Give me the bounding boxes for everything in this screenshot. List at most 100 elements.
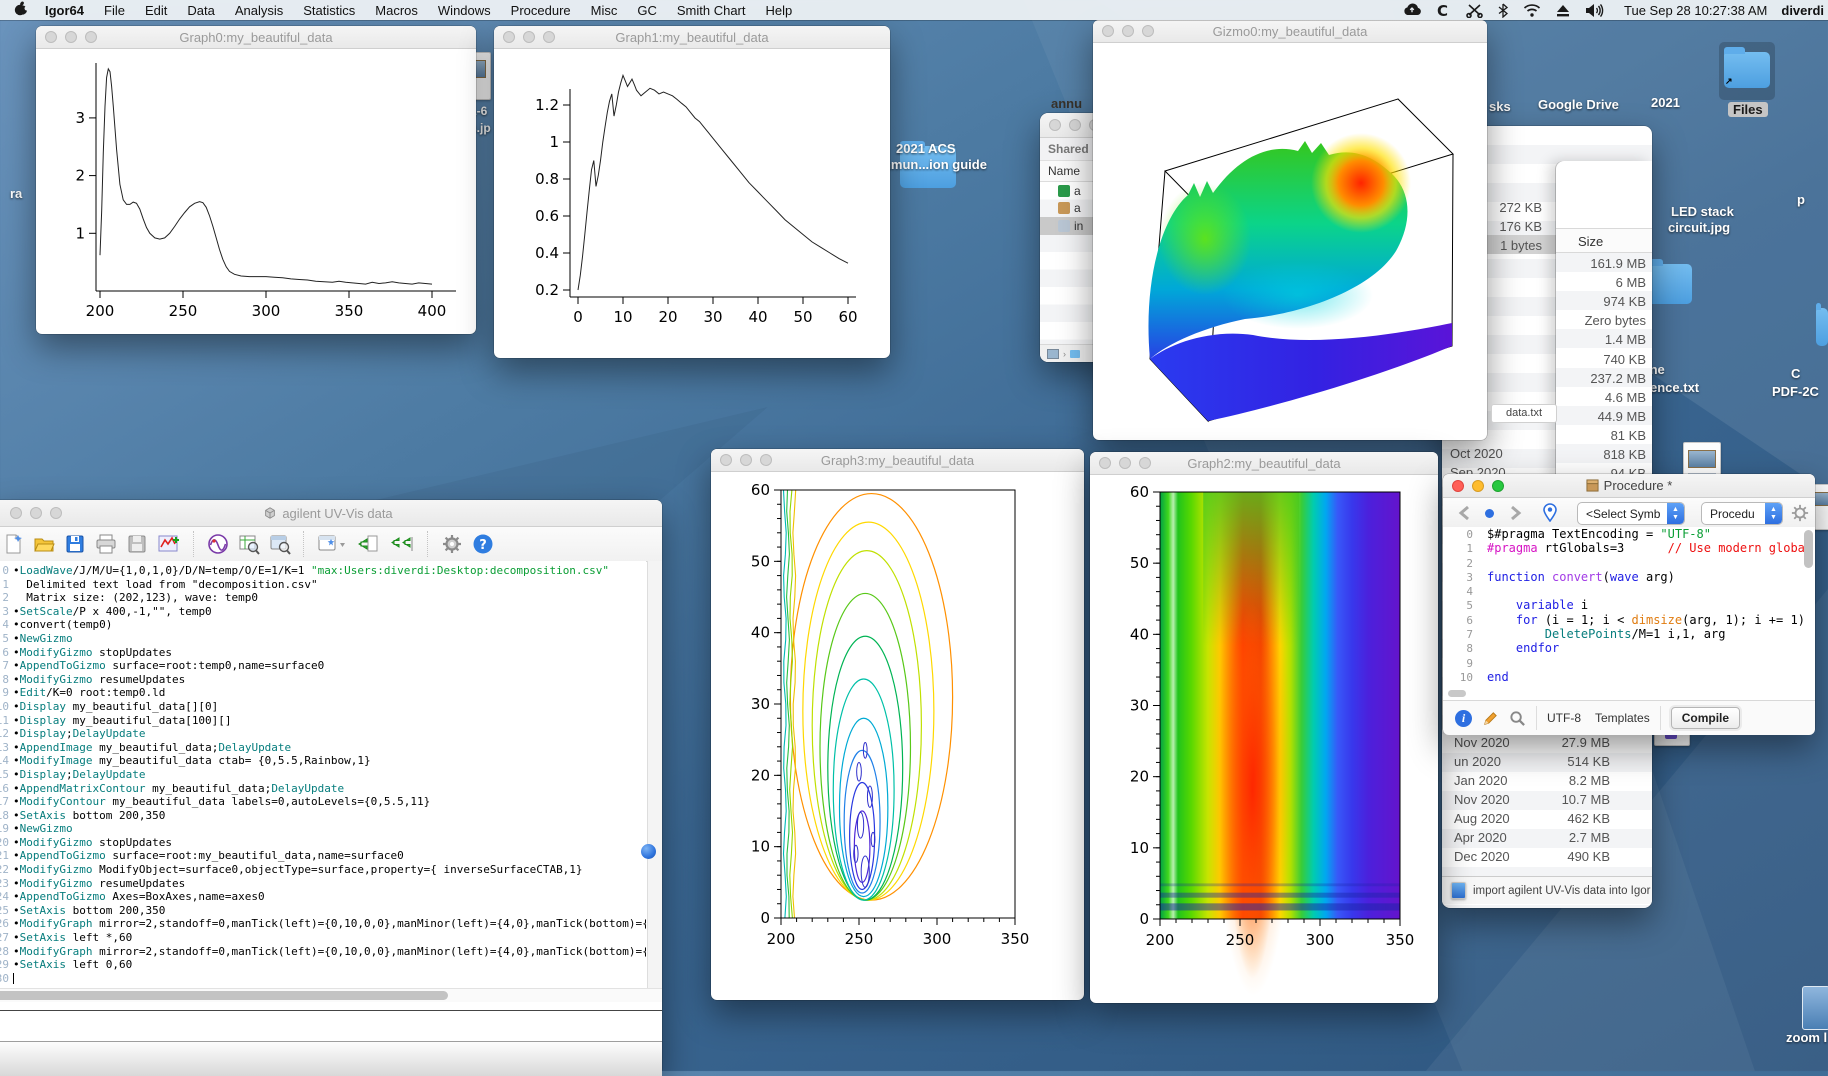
file-size[interactable]: 237.2 MB bbox=[1590, 371, 1646, 386]
file-size[interactable]: 514 KB bbox=[1567, 754, 1610, 769]
menu-file[interactable]: File bbox=[94, 3, 135, 18]
desktop-label[interactable]: LED stack bbox=[1671, 204, 1734, 219]
menu-gc[interactable]: GC bbox=[627, 3, 667, 18]
back-icon[interactable] bbox=[1455, 505, 1475, 521]
new-window-icon[interactable] bbox=[317, 533, 347, 555]
zoom-file-icon[interactable] bbox=[1802, 986, 1828, 1030]
menu-edit[interactable]: Edit bbox=[135, 3, 177, 18]
command-window-icon[interactable] bbox=[269, 533, 291, 555]
location-pin-icon[interactable] bbox=[1543, 503, 1557, 522]
data-browser-icon[interactable] bbox=[238, 533, 260, 555]
current-dot-icon[interactable] bbox=[1485, 509, 1494, 518]
desktop-label-fragment[interactable]: C bbox=[1791, 366, 1800, 381]
desktop-label[interactable]: 2021 ACS bbox=[896, 141, 956, 156]
graph0-window[interactable]: Graph0:my_beautiful_data 200250300350400… bbox=[36, 26, 476, 334]
procedure-statusbar[interactable]: i UTF-8 Templates Compile bbox=[1443, 700, 1815, 735]
compile-button[interactable]: Compile bbox=[1671, 707, 1740, 729]
titlebar[interactable]: Graph0:my_beautiful_data bbox=[36, 26, 476, 49]
desktop-label-fragment[interactable]: annu bbox=[1051, 96, 1082, 111]
titlebar[interactable]: Procedure * bbox=[1443, 474, 1815, 498]
date-modified[interactable]: un 2020 bbox=[1454, 754, 1501, 769]
menu-procedure[interactable]: Procedure bbox=[501, 3, 581, 18]
print-icon[interactable] bbox=[95, 533, 117, 555]
wifi-icon[interactable] bbox=[1523, 3, 1541, 17]
titlebar[interactable]: Graph2:my_beautiful_data bbox=[1090, 452, 1438, 475]
data-txt-filename-chip[interactable]: data.txt bbox=[1491, 404, 1557, 423]
menu-windows[interactable]: Windows bbox=[428, 3, 501, 18]
desktop-label-fragment[interactable]: ra bbox=[10, 186, 22, 201]
c-icon[interactable]: C bbox=[1437, 3, 1451, 18]
date-modified[interactable]: Aug 2020 bbox=[1454, 811, 1510, 826]
menu-help[interactable]: Help bbox=[756, 3, 803, 18]
procedure-toolbar[interactable]: <Select Symb ▲▼ Procedu ▲▼ bbox=[1443, 498, 1815, 529]
graph3-window[interactable]: Graph3:my_beautiful_data 200250300350010… bbox=[711, 449, 1084, 1000]
file-size[interactable]: 490 KB bbox=[1567, 849, 1610, 864]
file-size[interactable]: 272 KB bbox=[1499, 200, 1542, 215]
file-size[interactable]: 8.2 MB bbox=[1569, 773, 1610, 788]
horizontal-scrollbar[interactable] bbox=[0, 988, 662, 1002]
encoding-label[interactable]: UTF-8 bbox=[1547, 711, 1581, 725]
menu-analysis[interactable]: Analysis bbox=[225, 3, 293, 18]
command-window[interactable]: agilent UV-Vis data ? 0•LoadWave/J/M/U={… bbox=[0, 500, 662, 1075]
desktop-label[interactable]: circuit.jpg bbox=[1668, 220, 1730, 235]
desktop-label-selected[interactable]: Files bbox=[1728, 102, 1768, 117]
file-size[interactable]: 44.9 MB bbox=[1598, 409, 1646, 424]
file-size[interactable]: 2.7 MB bbox=[1569, 830, 1610, 845]
menubar-user[interactable]: diverdi bbox=[1781, 3, 1824, 18]
date-modified[interactable]: Nov 2020 bbox=[1454, 735, 1510, 750]
menu-misc[interactable]: Misc bbox=[581, 3, 628, 18]
files-folder-selection[interactable]: ↗ bbox=[1719, 42, 1775, 100]
files-folder-icon[interactable]: ↗ bbox=[1724, 52, 1770, 88]
titlebar[interactable]: Gizmo0:my_beautiful_data bbox=[1093, 20, 1487, 43]
date-modified[interactable]: Dec 2020 bbox=[1454, 849, 1510, 864]
new-graph-icon[interactable] bbox=[157, 533, 181, 555]
stepper-icon[interactable]: ▲▼ bbox=[1765, 503, 1782, 524]
finder-window-sizes[interactable]: Size 161.9 MB6 MB974 KBZero bytes1.4 MB7… bbox=[1556, 161, 1652, 483]
scrollbar[interactable] bbox=[1804, 530, 1813, 690]
titlebar[interactable]: Graph1:my_beautiful_data bbox=[494, 26, 890, 49]
window-controls[interactable] bbox=[720, 449, 772, 471]
command-input-line[interactable] bbox=[0, 1014, 662, 1041]
stepper-icon[interactable]: ▲▼ bbox=[1667, 503, 1684, 524]
titlebar[interactable]: Graph3:my_beautiful_data bbox=[711, 449, 1084, 472]
cloud-sync-icon[interactable] bbox=[1402, 3, 1422, 17]
new-experiment-icon[interactable] bbox=[2, 533, 24, 555]
menu-igor64[interactable]: Igor64 bbox=[35, 3, 94, 18]
desktop-label-fragment[interactable]: PDF-2C bbox=[1772, 384, 1819, 399]
gear-icon[interactable] bbox=[1791, 504, 1809, 522]
browse-waves-icon[interactable] bbox=[207, 533, 229, 555]
volume-icon[interactable] bbox=[1585, 3, 1604, 18]
gizmo-3d-plot[interactable] bbox=[1093, 43, 1487, 440]
bluetooth-icon[interactable] bbox=[1498, 3, 1508, 18]
horizontal-scrollbar[interactable] bbox=[1448, 690, 1466, 697]
back-history-icon[interactable] bbox=[389, 533, 415, 555]
open-icon[interactable] bbox=[33, 533, 55, 555]
window-controls[interactable] bbox=[10, 500, 62, 526]
search-icon[interactable] bbox=[1509, 710, 1526, 727]
scrollbar[interactable] bbox=[647, 561, 662, 988]
graph2-image-plot[interactable]: 2002503003500102030405060 bbox=[1090, 475, 1438, 1004]
window-controls[interactable] bbox=[503, 26, 555, 48]
back-icon[interactable] bbox=[356, 533, 380, 555]
menu-macros[interactable]: Macros bbox=[365, 3, 428, 18]
date-modified[interactable]: Oct 2020 bbox=[1450, 446, 1503, 461]
command-toolbar[interactable]: ? bbox=[0, 527, 662, 562]
file-size[interactable]: 161.9 MB bbox=[1590, 256, 1646, 271]
file-size[interactable]: 27.9 MB bbox=[1562, 735, 1610, 750]
scissors-icon[interactable] bbox=[1466, 3, 1483, 18]
desktop-label-fragment[interactable]: zoom l bbox=[1786, 1030, 1827, 1045]
titlebar[interactable]: agilent UV-Vis data bbox=[0, 500, 662, 527]
graph2-window[interactable]: Graph2:my_beautiful_data 200250300350010… bbox=[1090, 452, 1438, 1003]
file-size[interactable]: Zero bytes bbox=[1585, 313, 1646, 328]
save-copy-icon[interactable] bbox=[126, 533, 148, 555]
file-size[interactable]: 1 bytes bbox=[1500, 238, 1542, 253]
file-size[interactable]: 974 KB bbox=[1603, 294, 1646, 309]
menubar-clock[interactable]: Tue Sep 28 10:27:38 AM bbox=[1624, 3, 1767, 18]
window-controls[interactable] bbox=[1099, 452, 1151, 474]
scroll-marker-icon[interactable] bbox=[641, 844, 656, 859]
menu-data[interactable]: Data bbox=[177, 3, 224, 18]
gizmo-window[interactable]: Gizmo0:my_beautiful_data bbox=[1093, 20, 1487, 440]
info-icon[interactable]: i bbox=[1455, 710, 1472, 727]
graph1-plot[interactable]: 01020304050600.20.40.60.811.2 bbox=[494, 49, 890, 359]
window-controls[interactable] bbox=[45, 26, 97, 48]
